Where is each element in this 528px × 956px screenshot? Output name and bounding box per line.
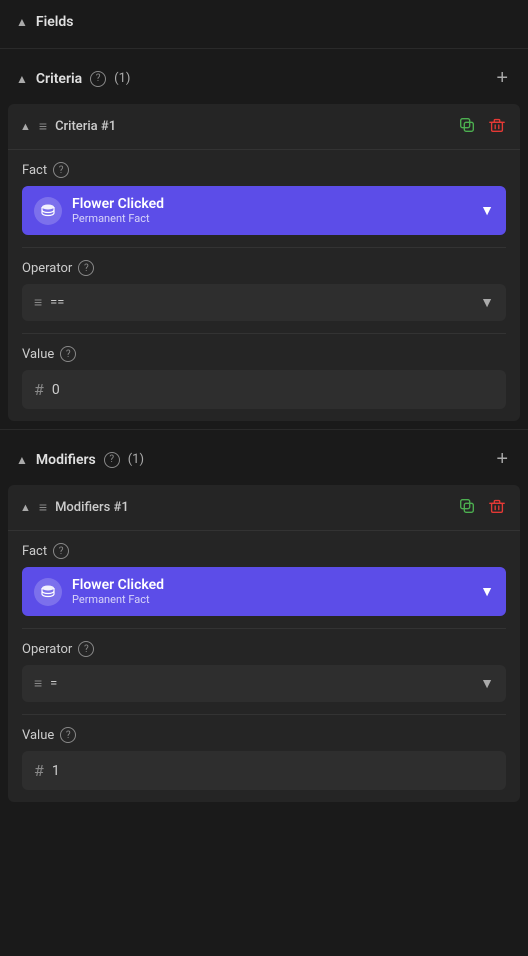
modifiers-fact-db-icon <box>34 578 62 606</box>
modifiers-copy-button[interactable] <box>456 495 478 520</box>
modifiers-operator-label: Operator ? <box>22 641 506 657</box>
modifiers-value-help-icon[interactable]: ? <box>60 727 76 743</box>
modifiers-fact-name: Flower Clicked <box>72 577 480 593</box>
criteria-drag-icon: ≡ <box>39 118 47 135</box>
fields-title: Fields <box>36 14 74 30</box>
criteria-operator-chevron-icon: ▼ <box>480 294 494 311</box>
criteria-help-icon[interactable]: ? <box>90 71 106 87</box>
modifiers-operator-chevron-icon: ▼ <box>480 675 494 692</box>
criteria-value-help-icon[interactable]: ? <box>60 346 76 362</box>
modifiers-fact-dropdown[interactable]: Flower Clicked Permanent Fact ▼ <box>22 567 506 616</box>
criteria-operator-help-icon[interactable]: ? <box>78 260 94 276</box>
criteria-item-label: Criteria #1 <box>55 119 448 134</box>
criteria-operator-label: Operator ? <box>22 260 506 276</box>
modifiers-help-icon[interactable]: ? <box>104 452 120 468</box>
modifiers-section: ▲ Modifiers ? (1) + ▲ ≡ Modifiers #1 <box>0 434 528 802</box>
modifiers-header[interactable]: ▲ Modifiers ? (1) + <box>0 434 528 485</box>
criteria-add-button[interactable]: + <box>492 67 512 90</box>
modifiers-chevron-icon: ▲ <box>16 453 28 467</box>
modifiers-value-block: Value ? # 1 <box>8 715 520 802</box>
modifiers-item-header: ▲ ≡ Modifiers #1 <box>8 485 520 531</box>
modifiers-add-button[interactable]: + <box>492 448 512 471</box>
modifiers-operator-help-icon[interactable]: ? <box>78 641 94 657</box>
modifiers-badge: (1) <box>128 452 144 467</box>
criteria-operator-block: Operator ? ≡ == ▼ <box>8 248 520 333</box>
criteria-fact-db-icon <box>34 197 62 225</box>
criteria-fact-dropdown[interactable]: Flower Clicked Permanent Fact ▼ <box>22 186 506 235</box>
criteria-fact-name: Flower Clicked <box>72 196 480 212</box>
criteria-value-number: 0 <box>52 382 60 398</box>
modifiers-value-label: Value ? <box>22 727 506 743</box>
criteria-fact-help-icon[interactable]: ? <box>53 162 69 178</box>
modifiers-fact-chevron-icon: ▼ <box>480 583 494 600</box>
criteria-header[interactable]: ▲ Criteria ? (1) + <box>0 53 528 104</box>
criteria-value-row: # 0 <box>22 370 506 409</box>
modifiers-block-1: ▲ ≡ Modifiers #1 Fact <box>8 485 520 802</box>
modifiers-operator-list-icon: ≡ <box>34 675 42 692</box>
criteria-title: Criteria <box>36 71 82 87</box>
modifiers-fact-label: Fact ? <box>22 543 506 559</box>
modifiers-delete-button[interactable] <box>486 495 508 520</box>
modifiers-fact-block: Fact ? Flower Clicked Permanent Fact ▼ <box>8 531 520 628</box>
criteria-fact-block: Fact ? Flower Clicked Permanent Fact ▼ <box>8 150 520 247</box>
modifiers-operator-block: Operator ? ≡ = ▼ <box>8 629 520 714</box>
criteria-section: ▲ Criteria ? (1) + ▲ ≡ Criteria #1 <box>0 53 528 421</box>
modifiers-item-label: Modifiers #1 <box>55 500 448 515</box>
fields-chevron-icon: ▲ <box>16 15 28 29</box>
modifiers-drag-icon: ≡ <box>39 499 47 516</box>
modifiers-fact-sub: Permanent Fact <box>72 593 480 606</box>
criteria-item-header: ▲ ≡ Criteria #1 <box>8 104 520 150</box>
criteria-operator-value: == <box>50 295 480 310</box>
modifiers-fact-help-icon[interactable]: ? <box>53 543 69 559</box>
criteria-value-block: Value ? # 0 <box>8 334 520 421</box>
modifiers-operator-value: = <box>50 676 480 691</box>
criteria-block-1: ▲ ≡ Criteria #1 Fact <box>8 104 520 421</box>
modifiers-value-hash-icon: # <box>34 761 44 780</box>
criteria-badge: (1) <box>114 71 130 86</box>
criteria-fact-text: Flower Clicked Permanent Fact <box>72 196 480 225</box>
criteria-value-hash-icon: # <box>34 380 44 399</box>
criteria-operator-dropdown[interactable]: ≡ == ▼ <box>22 284 506 321</box>
criteria-item-chevron-icon: ▲ <box>20 120 31 133</box>
criteria-copy-button[interactable] <box>456 114 478 139</box>
divider-1 <box>0 48 528 49</box>
criteria-chevron-icon: ▲ <box>16 72 28 86</box>
modifiers-title: Modifiers <box>36 452 96 468</box>
fields-header[interactable]: ▲ Fields <box>0 0 528 44</box>
modifiers-fact-text: Flower Clicked Permanent Fact <box>72 577 480 606</box>
modifiers-operator-dropdown[interactable]: ≡ = ▼ <box>22 665 506 702</box>
modifiers-value-number: 1 <box>52 763 60 779</box>
criteria-fact-chevron-icon: ▼ <box>480 202 494 219</box>
criteria-value-label: Value ? <box>22 346 506 362</box>
modifiers-item-chevron-icon: ▲ <box>20 501 31 514</box>
criteria-operator-list-icon: ≡ <box>34 294 42 311</box>
divider-4 <box>0 429 528 430</box>
criteria-fact-sub: Permanent Fact <box>72 212 480 225</box>
modifiers-value-row: # 1 <box>22 751 506 790</box>
criteria-delete-button[interactable] <box>486 114 508 139</box>
criteria-fact-label: Fact ? <box>22 162 506 178</box>
